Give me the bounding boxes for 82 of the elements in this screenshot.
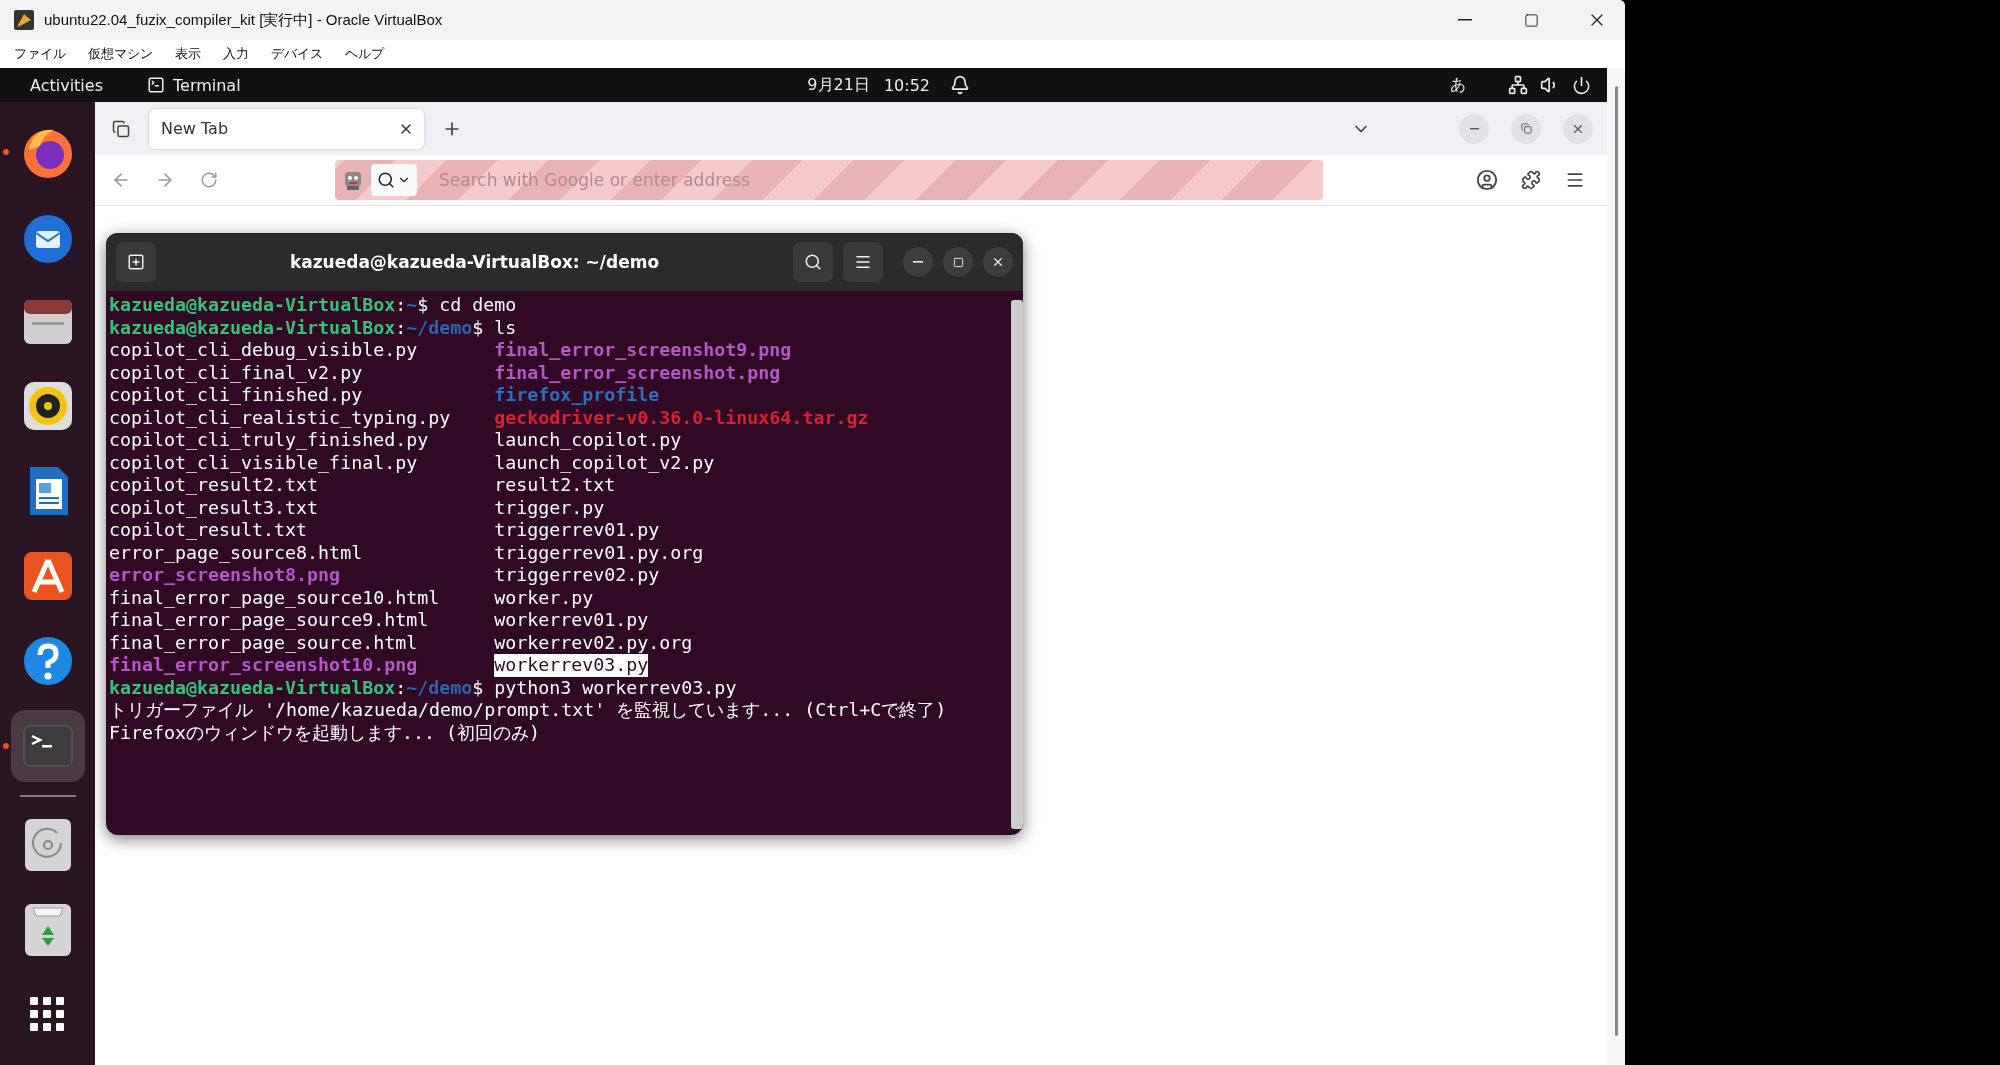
menu-item[interactable]: 仮想マシン — [88, 45, 153, 63]
file-name: copilot_result2.txt — [109, 474, 319, 497]
file-name: final_error_page_source10.html — [109, 586, 440, 609]
minimize-icon — [1458, 19, 1472, 21]
new-tab-button[interactable] — [116, 242, 156, 282]
search-icon — [377, 171, 395, 189]
file-name: final_error_screenshot.png — [494, 361, 781, 384]
menu-item[interactable]: ファイル — [14, 45, 66, 63]
file-name: error_page_source8.html — [109, 541, 363, 564]
reload-icon — [200, 171, 218, 189]
minimize-icon — [913, 261, 923, 263]
maximize-icon — [952, 256, 964, 268]
file-name: launch_copilot.py — [494, 429, 682, 452]
scrollbar-thumb[interactable] — [1011, 300, 1023, 829]
file-name: final_error_screenshot10.png — [109, 654, 418, 677]
menu-item[interactable]: 表示 — [175, 45, 201, 63]
file-name: copilot_cli_finished.py — [109, 384, 363, 407]
menu-item[interactable]: 入力 — [223, 45, 249, 63]
file-name: copilot_cli_visible_final.py — [109, 451, 418, 474]
search-button[interactable] — [793, 242, 833, 282]
power-icon[interactable] — [1572, 75, 1591, 95]
restore-button[interactable] — [1511, 113, 1541, 144]
window-title: ubuntu22.04_fuzix_compiler_kit [実行中] - Oracle VirtualBox — [44, 10, 444, 30]
file-name: copilot_result.txt — [109, 519, 308, 542]
menu-item[interactable]: デバイス — [271, 45, 323, 63]
account-icon — [1476, 169, 1498, 191]
file-name: workerrev02.py.org — [494, 631, 693, 654]
file-name: triggerrev01.py.org — [494, 541, 704, 564]
file-name: error_screenshot8.png — [109, 564, 341, 587]
file-name: copilot_cli_realistic_typing.py — [109, 406, 451, 429]
app-logo-icon — [14, 10, 34, 30]
minimize-icon — [1469, 127, 1479, 130]
file-name: firefox_profile — [494, 384, 660, 407]
file-name: copilot_cli_final_v2.py — [109, 361, 363, 384]
tabs-icon — [112, 119, 130, 138]
network-icon[interactable] — [1508, 75, 1528, 95]
new-tab-icon — [127, 253, 145, 271]
file-name: final_error_page_source9.html — [109, 609, 429, 632]
file-name: copilot_cli_truly_finished.py — [109, 429, 429, 452]
maximize-icon — [1523, 12, 1539, 28]
restore-icon — [1520, 123, 1532, 134]
app-menu-button[interactable]: Terminal — [147, 75, 241, 95]
app-grid-icon — [29, 997, 66, 1034]
file-name: launch_copilot_v2.py — [494, 451, 715, 474]
input-method-indicator[interactable]: あ — [1450, 74, 1466, 96]
prompt-line: kazueda@kazueda-VirtualBox:~$ cd demo — [109, 294, 518, 317]
search-icon — [804, 253, 822, 271]
clock-button[interactable]: 9月21日 10:52 — [807, 74, 930, 96]
puzzle-icon — [1521, 170, 1541, 190]
address-bar[interactable]: Search with Google or enter address — [335, 160, 1323, 200]
file-name: trigger.py — [494, 496, 605, 519]
file-name: triggerrev01.py — [494, 519, 660, 542]
file-name: copilot_result3.txt — [109, 496, 319, 519]
file-name: workerrev01.py — [494, 609, 649, 632]
search-engine-button[interactable] — [371, 164, 417, 196]
scrollbar-thumb[interactable] — [1614, 86, 1618, 1036]
close-button[interactable] — [983, 247, 1013, 277]
file-name: triggerrev02.py — [494, 564, 660, 587]
menu-icon — [854, 253, 872, 271]
trash-icon — [22, 902, 73, 959]
minimize-button[interactable] — [903, 247, 933, 277]
prompt-line: kazueda@kazueda-VirtualBox:~/demo$ python3 workerrev03.py — [109, 676, 738, 699]
menu-icon — [1565, 170, 1585, 190]
file-name: final_error_screenshot9.png — [494, 339, 792, 362]
close-icon — [991, 255, 1005, 269]
browser-tab[interactable]: New Tab — [149, 108, 424, 149]
notification-icon[interactable] — [950, 75, 970, 95]
file-name: result2.txt — [494, 474, 616, 497]
menu-button[interactable] — [843, 242, 883, 282]
output-line: トリガーファイル '/home/kazueda/demo/prompt.txt' を監視しています... (Ctrl+Cで終了) — [109, 699, 948, 722]
file-name: final_error_page_source.html — [109, 631, 418, 654]
file-name: copilot_cli_debug_visible.py — [109, 339, 418, 362]
terminal-title: kazueda@kazueda-VirtualBox: ~/demo — [288, 252, 661, 272]
file-name: workerrev03.py — [494, 654, 649, 677]
terminal-icon — [147, 76, 165, 94]
prompt-line: kazueda@kazueda-VirtualBox:~/demo$ ls — [109, 316, 518, 339]
file-name: worker.py — [494, 586, 594, 609]
file-name: geckodriver-v0.36.0-linux64.tar.gz — [494, 406, 869, 429]
maximize-button[interactable] — [943, 247, 973, 277]
menu-item[interactable]: ヘルプ — [345, 45, 384, 63]
activities-button[interactable]: Activities — [30, 75, 103, 95]
output-line: Firefoxのウィンドウを起動します... (初回のみ) — [109, 721, 542, 744]
